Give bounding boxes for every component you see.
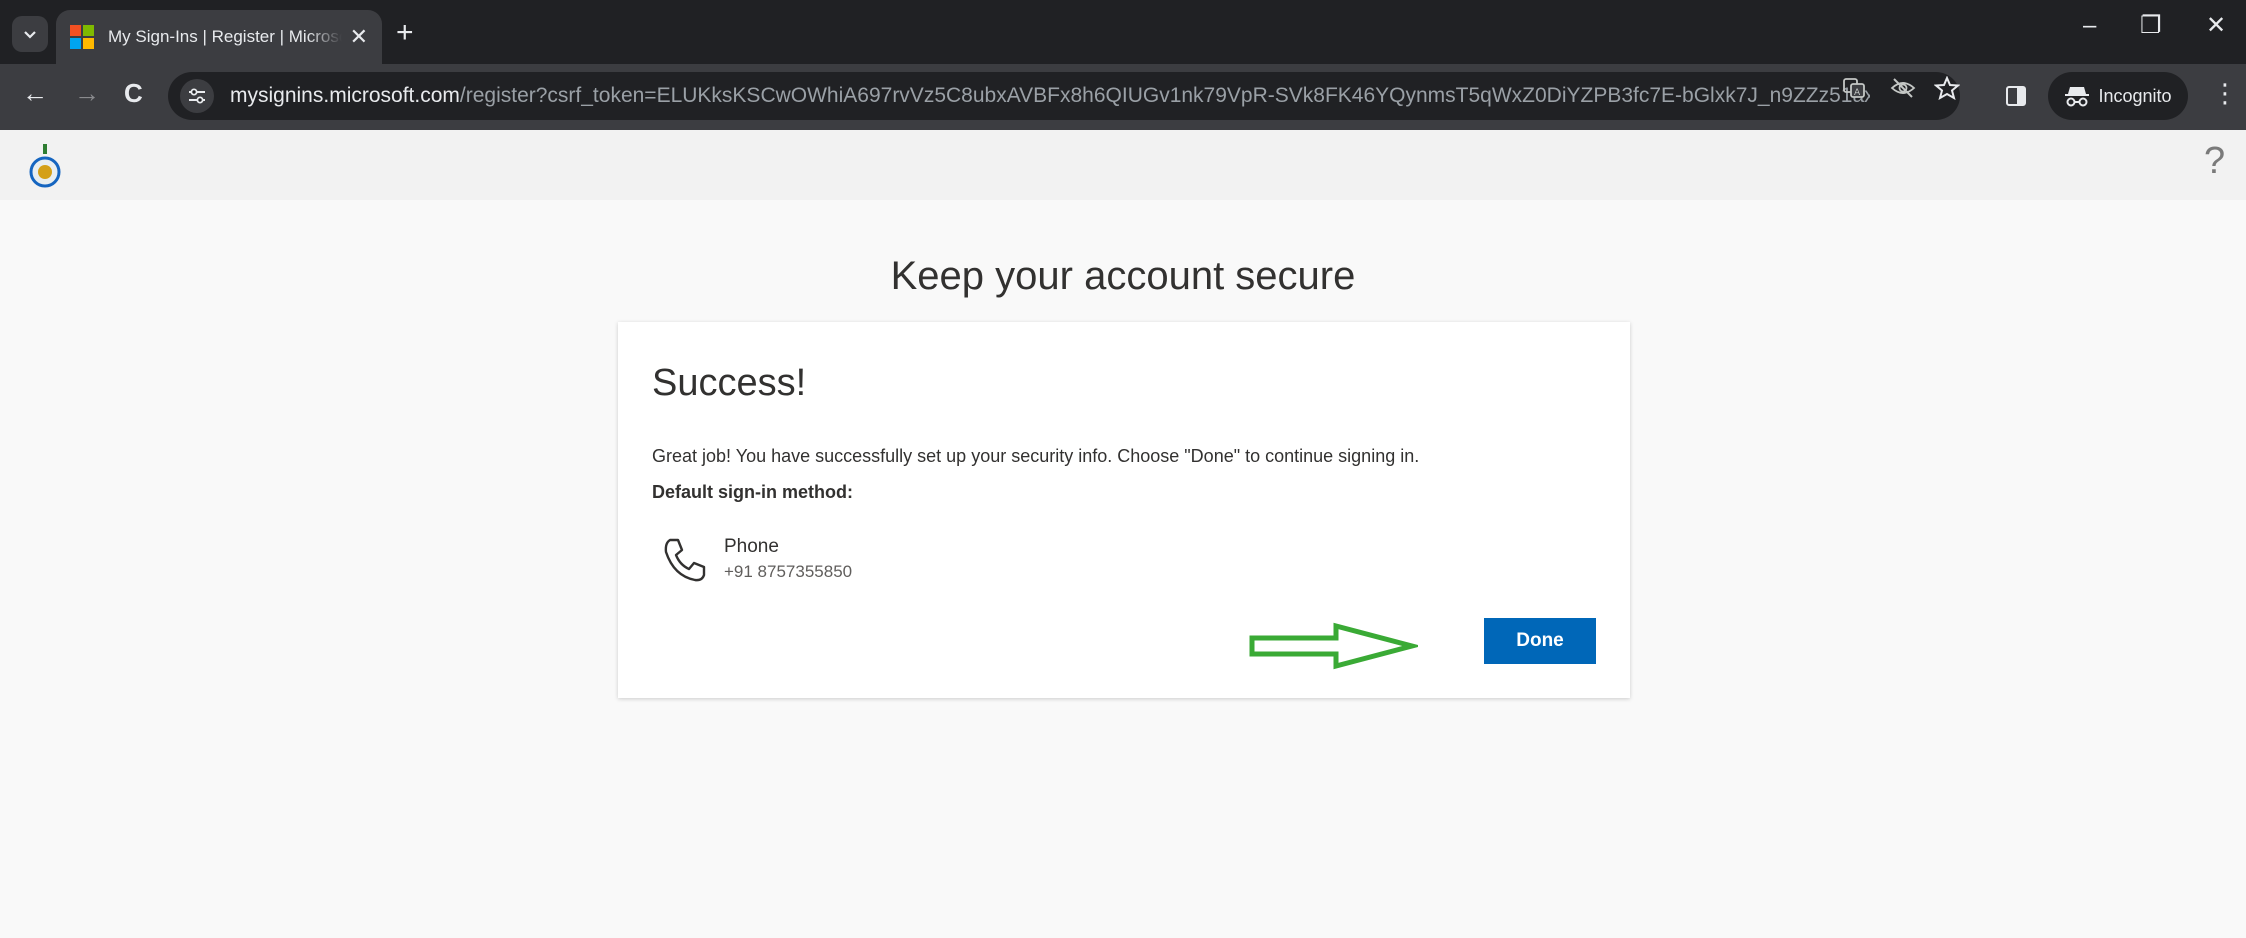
help-icon[interactable]: ? [2204,140,2225,183]
side-panel-icon[interactable] [2006,86,2026,106]
browser-toolbar: ← → C mysignins.microsoft.com/register?c… [0,64,2246,130]
minimize-button[interactable]: – [2083,14,2096,38]
default-method-label: Default sign-in method: [652,482,853,502]
eye-off-icon[interactable] [1890,76,1916,105]
phone-icon [664,538,706,582]
new-tab-button[interactable]: + [396,18,414,48]
site-info-button[interactable] [180,79,214,113]
incognito-icon [2065,87,2090,107]
microsoft-logo-icon [70,25,94,49]
star-icon[interactable] [1933,75,1961,105]
address-bar[interactable]: mysignins.microsoft.com/register?csrf_to… [168,72,1960,120]
arrow-right-icon [1249,622,1418,670]
page-title: Keep your account secure [890,254,1356,298]
success-card: Success! Great job! You have successfull… [618,322,1630,698]
chevron-down-icon [24,31,36,39]
svg-text:A: A [1854,88,1861,98]
tab-strip: My Sign-Ins | Register | Microsoft ✕ + –… [0,0,2246,64]
incognito-badge[interactable]: Incognito [2048,72,2188,120]
close-window-button[interactable]: ✕ [2206,14,2226,38]
back-button[interactable]: ← [22,80,48,106]
incognito-label: Incognito [2098,85,2172,106]
restore-button[interactable]: ❐ [2140,14,2162,38]
url-host: mysignins.microsoft.com [230,84,460,107]
browser-menu-icon[interactable]: ⋮ [2212,80,2238,106]
card-title: Success! [652,362,807,404]
tune-icon [189,88,205,104]
success-message: Great job! You have successfully set up … [652,446,1420,466]
tab-search-button[interactable] [12,16,48,52]
page-header: ? [0,130,2246,200]
reload-button[interactable]: C [124,80,143,106]
forward-button[interactable]: → [74,80,100,106]
method-phone-number: +91 8757355850 [724,562,853,581]
url-path: /register?csrf_token=ELUKksKSCwOWhiA697r… [459,84,1870,107]
browser-tab[interactable]: My Sign-Ins | Register | Microsoft ✕ [56,10,382,64]
organization-logo-icon [29,144,61,188]
tab-title: My Sign-Ins | Register | Microsoft [108,27,342,46]
method-name: Phone [724,536,779,557]
translate-icon[interactable]: A [1842,76,1866,105]
done-button[interactable]: Done [1484,618,1596,664]
url-text[interactable]: mysignins.microsoft.com/register?csrf_to… [230,84,1870,108]
close-tab-icon[interactable]: ✕ [350,26,368,48]
